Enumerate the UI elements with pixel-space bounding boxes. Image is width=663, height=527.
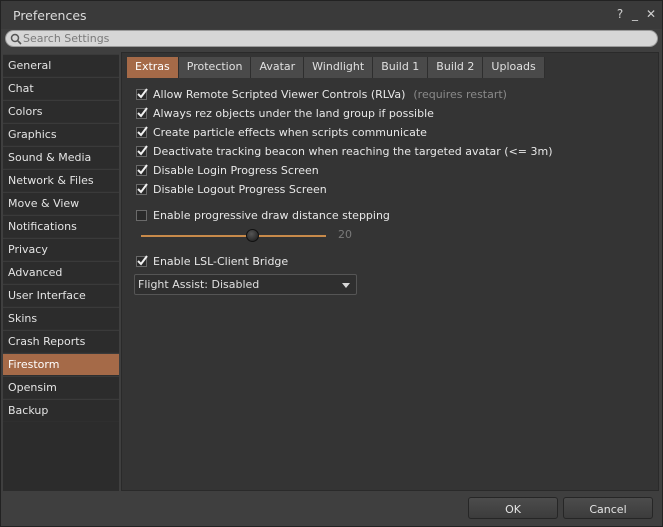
lsl-bridge-checkbox[interactable] (136, 254, 148, 267)
search-input[interactable] (23, 31, 643, 46)
option-tracking-beacon: Deactivate tracking beacon when reaching… (136, 143, 553, 159)
rlva-label: Allow Remote Scripted Viewer Controls (R… (153, 87, 406, 101)
sidebar-item-privacy[interactable]: Privacy (3, 238, 119, 260)
minimize-icon[interactable]: _ (628, 7, 642, 21)
chevron-down-icon (342, 283, 350, 288)
option-progressive-draw: Enable progressive draw distance steppin… (136, 207, 390, 223)
rez-land-group-label: Always rez objects under the land group … (153, 106, 434, 120)
sidebar-item-colors[interactable]: Colors (3, 100, 119, 122)
logout-progress-checkbox[interactable] (136, 182, 148, 195)
option-particle-effects: Create particle effects when scripts com… (136, 124, 427, 140)
sidebar-item-skins[interactable]: Skins (3, 307, 119, 329)
tracking-beacon-label: Deactivate tracking beacon when reaching… (153, 144, 553, 158)
search-icon (10, 33, 22, 45)
close-icon[interactable]: ✕ (644, 7, 658, 21)
sidebar-item-opensim[interactable]: Opensim (3, 376, 119, 398)
checkmark-icon (137, 106, 148, 118)
lsl-bridge-label: Enable LSL-Client Bridge (153, 254, 289, 268)
sidebar-item-sound-media[interactable]: Sound & Media (3, 146, 119, 168)
tab-avatar[interactable]: Avatar (251, 57, 305, 78)
rez-land-group-checkbox[interactable] (136, 106, 148, 119)
sidebar-item-graphics[interactable]: Graphics (3, 123, 119, 145)
sidebar-item-general[interactable]: General (3, 54, 119, 76)
tab-protection[interactable]: Protection (178, 57, 252, 78)
cancel-button[interactable]: Cancel (563, 497, 653, 519)
sidebar-item-move-view[interactable]: Move & View (3, 192, 119, 214)
option-logout-progress: Disable Logout Progress Screen (136, 181, 327, 197)
progressive-draw-checkbox[interactable] (136, 209, 147, 221)
tab-uploads[interactable]: Uploads (483, 57, 545, 78)
option-login-progress: Disable Login Progress Screen (136, 162, 319, 178)
tab-build-1[interactable]: Build 1 (373, 57, 429, 78)
tab-windlight[interactable]: Windlight (304, 57, 374, 78)
draw-distance-slider-handle[interactable] (245, 229, 259, 242)
particle-effects-checkbox[interactable] (136, 125, 148, 138)
draw-distance-slider-value: 20 (338, 228, 352, 241)
window-title: Preferences (13, 8, 87, 23)
sidebar: General Chat Colors Graphics Sound & Med… (3, 54, 119, 422)
preferences-window: Preferences ? _ ✕ General Chat Colors Gr… (0, 0, 663, 527)
flight-assist-selected: Flight Assist: Disabled (138, 278, 260, 291)
rlva-checkbox[interactable] (136, 87, 148, 100)
help-icon[interactable]: ? (613, 7, 627, 21)
option-lsl-bridge: Enable LSL-Client Bridge (136, 253, 288, 269)
checkmark-icon (137, 125, 148, 137)
sidebar-item-notifications[interactable]: Notifications (3, 215, 119, 237)
requires-restart-hint: (requires restart) (413, 87, 507, 101)
checkmark-icon (137, 182, 148, 194)
sidebar-empty-area (3, 422, 119, 491)
progressive-draw-label: Enable progressive draw distance steppin… (153, 208, 390, 222)
tab-extras[interactable]: Extras (127, 57, 179, 78)
tab-build-2[interactable]: Build 2 (428, 57, 484, 78)
login-progress-checkbox[interactable] (136, 163, 148, 176)
tab-bar: Extras Protection Avatar Windlight Build… (127, 57, 545, 78)
draw-distance-slider-track[interactable] (141, 235, 326, 237)
sidebar-item-advanced[interactable]: Advanced (3, 261, 119, 283)
particle-effects-label: Create particle effects when scripts com… (153, 125, 427, 139)
tracking-beacon-checkbox[interactable] (136, 144, 148, 157)
title-bar[interactable]: Preferences ? _ ✕ (1, 1, 662, 29)
checkmark-icon (137, 144, 148, 156)
search-box (5, 30, 658, 47)
login-progress-label: Disable Login Progress Screen (153, 163, 319, 177)
option-rlva: Allow Remote Scripted Viewer Controls (R… (136, 86, 507, 102)
logout-progress-label: Disable Logout Progress Screen (153, 182, 327, 196)
sidebar-item-crash-reports[interactable]: Crash Reports (3, 330, 119, 352)
flight-assist-dropdown[interactable]: Flight Assist: Disabled (134, 274, 357, 295)
ok-button[interactable]: OK (468, 497, 558, 519)
option-rez-land-group: Always rez objects under the land group … (136, 105, 434, 121)
checkmark-icon (137, 163, 148, 175)
sidebar-item-user-interface[interactable]: User Interface (3, 284, 119, 306)
sidebar-item-backup[interactable]: Backup (3, 399, 119, 421)
checkmark-icon (137, 87, 148, 99)
sidebar-item-chat[interactable]: Chat (3, 77, 119, 99)
sidebar-item-firestorm[interactable]: Firestorm (3, 353, 119, 375)
sidebar-item-network-files[interactable]: Network & Files (3, 169, 119, 191)
checkmark-icon (137, 254, 148, 266)
